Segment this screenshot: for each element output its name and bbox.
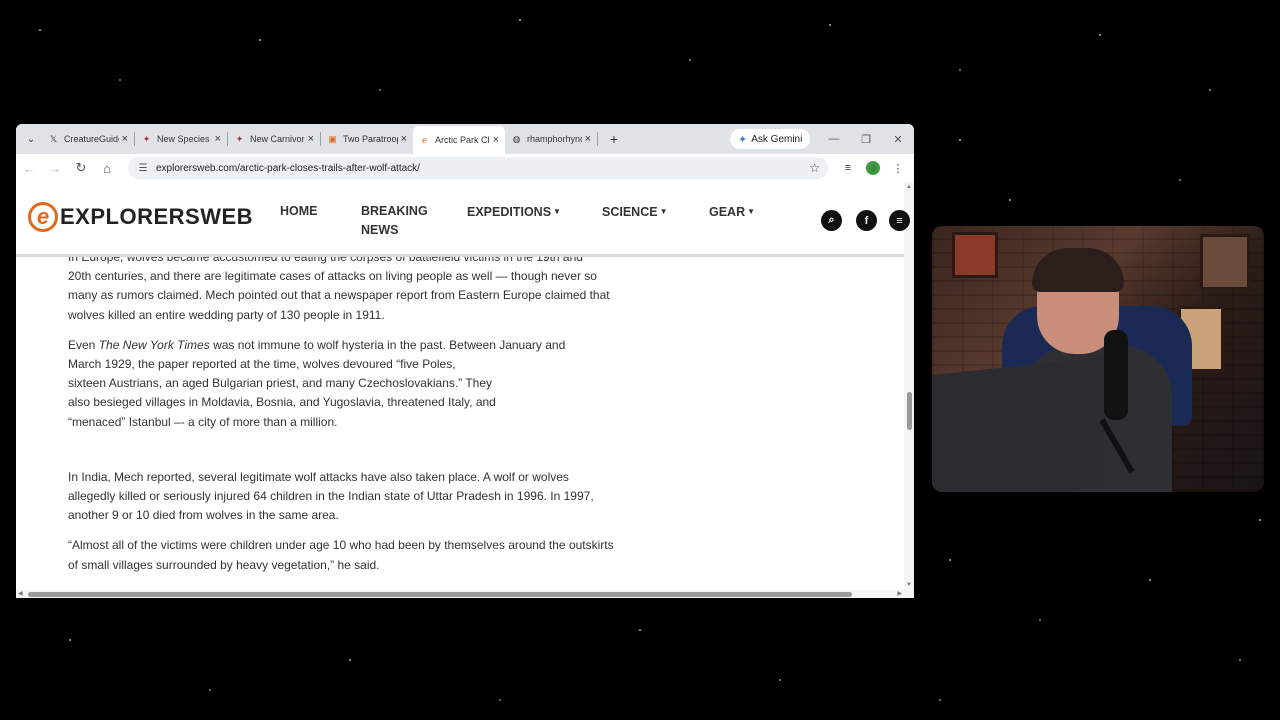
scrollbar-thumb[interactable] (907, 392, 912, 430)
tab-title: rhamphorhync (527, 134, 582, 144)
close-tab-icon[interactable]: × (308, 133, 314, 145)
logo-wordmark: EXPLORERSWEB (60, 204, 254, 229)
address-bar[interactable]: ☰ explorersweb.com/arctic-park-closes-tr… (128, 157, 828, 179)
nav-gear[interactable]: GEAR ▼ (709, 202, 755, 222)
tab-rhamphorhync[interactable]: ◍ rhamphorhync × (505, 127, 597, 151)
paragraph-text: Even (68, 337, 99, 352)
wall-poster (1200, 234, 1250, 290)
scrollbar-thumb[interactable] (28, 592, 852, 597)
reload-icon[interactable]: ↻ (68, 160, 94, 176)
news-site-icon: ▣ (328, 133, 337, 144)
tab-separator (597, 132, 598, 146)
chevron-down-icon: ▼ (659, 207, 668, 216)
home-icon[interactable]: ⌂ (94, 161, 120, 176)
tab-title: New Carnivoro (250, 134, 305, 144)
horizontal-scrollbar[interactable]: ◀ ▶ (16, 590, 914, 598)
article-paragraph: Even The New York Times was not immune t… (68, 336, 618, 432)
site-header: e EXPLORERSWEB HOME BREAKING NEWS EXPEDI… (16, 182, 910, 257)
monitor (932, 356, 1104, 492)
toolbar-actions: ≡ J ⋮ (836, 154, 910, 182)
facebook-icon[interactable]: f (856, 210, 877, 231)
nav-science-label: SCIENCE (602, 205, 658, 219)
paragraph-text: sixteen Austrians, an aged Bulgarian pri… (68, 376, 493, 391)
nav-science[interactable]: SCIENCE ▼ (602, 202, 668, 222)
browser-window: ⌄ 𝕏 CreatureGuide × ✦ New Species of × ✦… (16, 124, 914, 598)
paragraph-text: 20th centuries, and there are legitimate… (68, 269, 610, 322)
tab-creatureguide[interactable]: 𝕏 CreatureGuide × (42, 127, 134, 151)
nav-breaking-news[interactable]: BREAKING NEWS (361, 202, 428, 240)
scroll-down-icon[interactable]: ▼ (906, 582, 912, 588)
article-body: In Europe, wolves became accustomed to e… (68, 248, 618, 598)
wall-poster (952, 232, 998, 278)
scroll-right-icon[interactable]: ▶ (897, 590, 902, 597)
window-controls: — ❐ ✕ (818, 124, 914, 154)
search-icon[interactable]: ⌕ (821, 210, 842, 231)
close-tab-icon[interactable]: × (585, 133, 591, 145)
streamer-hair (1032, 248, 1124, 292)
tab-arctic-park[interactable]: ℯ Arctic Park Clo × (413, 126, 505, 154)
vertical-scrollbar[interactable]: ▲ ▼ (904, 182, 914, 598)
close-tab-icon[interactable]: × (215, 133, 221, 145)
tab-two-paratroop[interactable]: ▣ Two Paratroop × (321, 127, 413, 151)
close-tab-icon[interactable]: × (493, 134, 499, 146)
tab-title: CreatureGuide (64, 134, 119, 144)
close-tab-icon[interactable]: × (122, 133, 128, 145)
tab-title: Arctic Park Clo (435, 135, 490, 145)
article-paragraph: “Almost all of the victims were children… (68, 538, 614, 572)
tab-new-carnivoro[interactable]: ✦ New Carnivoro × (228, 127, 320, 151)
paragraph-text: was not immune to wolf hysteria in the p… (209, 337, 566, 352)
scroll-up-icon[interactable]: ▲ (906, 184, 912, 190)
close-tab-icon[interactable]: × (401, 133, 407, 145)
forward-icon[interactable]: → (42, 161, 68, 176)
explorersweb-icon: ℯ (421, 134, 428, 145)
maximize-icon[interactable]: ❐ (850, 133, 882, 146)
minimize-icon[interactable]: — (818, 133, 850, 145)
dinosaur-site-icon: ✦ (235, 133, 244, 144)
close-window-icon[interactable]: ✕ (882, 133, 914, 146)
menu-kebab-icon[interactable]: ⋮ (886, 162, 910, 175)
paragraph-text: “menaced” Istanbul –- a city of more tha… (68, 414, 338, 429)
explorersweb-logo-mark: e (28, 202, 58, 232)
x-logo-icon: 𝕏 (49, 133, 58, 144)
tab-strip: ⌄ 𝕏 CreatureGuide × ✦ New Species of × ✦… (16, 124, 914, 154)
reading-list-icon[interactable]: ≡ (836, 162, 860, 174)
paragraph-text: also besieged villages in Moldavia, Bosn… (68, 395, 496, 410)
site-logo[interactable]: e EXPLORERSWEB (28, 202, 253, 232)
gemini-sparkle-icon: ✦ (738, 133, 748, 146)
ask-gemini-button[interactable]: ✦ Ask Gemini (730, 129, 811, 149)
publication-name: The New York Times (98, 337, 210, 352)
scroll-left-icon[interactable]: ◀ (18, 590, 23, 597)
profile-avatar[interactable]: J (866, 161, 880, 175)
nav-breaking-line1: BREAKING (361, 204, 428, 218)
nav-expeditions-label: EXPEDITIONS (467, 205, 552, 219)
tab-search-button[interactable]: ⌄ (20, 128, 42, 150)
tab-new-species[interactable]: ✦ New Species of × (135, 127, 227, 151)
site-info-icon[interactable]: ☰ (136, 163, 150, 174)
nav-expeditions[interactable]: EXPEDITIONS ▼ (467, 202, 561, 222)
new-tab-button[interactable]: + (604, 131, 624, 147)
webcam-overlay (932, 226, 1264, 492)
nav-gear-label: GEAR (709, 205, 746, 219)
tab-title: Two Paratroop (343, 134, 398, 144)
back-icon[interactable]: ← (16, 161, 42, 176)
chevron-down-icon: ▼ (553, 207, 561, 216)
nav-breaking-line2: NEWS (361, 223, 399, 237)
page-viewport: e EXPLORERSWEB HOME BREAKING NEWS EXPEDI… (16, 182, 914, 598)
dinosaur-site-icon: ✦ (142, 133, 151, 144)
microphone (1104, 330, 1128, 420)
bookmark-star-icon[interactable]: ☆ (809, 161, 820, 175)
url-text: explorersweb.com/arctic-park-closes-trai… (156, 162, 420, 174)
nav-home[interactable]: HOME (280, 202, 318, 221)
ask-gemini-label: Ask Gemini (751, 133, 803, 145)
tab-title: New Species of (157, 134, 212, 144)
chevron-down-icon: ▼ (747, 207, 756, 216)
paragraph-text: March 1929, the paper reported at the ti… (68, 357, 456, 372)
social-icon[interactable]: ≡ (889, 210, 910, 231)
article-paragraph: In Europe, wolves became accustomed to e… (68, 248, 618, 325)
article-paragraph: In India, Mech reported, several legitim… (68, 469, 594, 523)
browser-toolbar: ← → ↻ ⌂ ☰ explorersweb.com/arctic-park-c… (16, 154, 914, 182)
globe-icon: ◍ (512, 133, 521, 144)
